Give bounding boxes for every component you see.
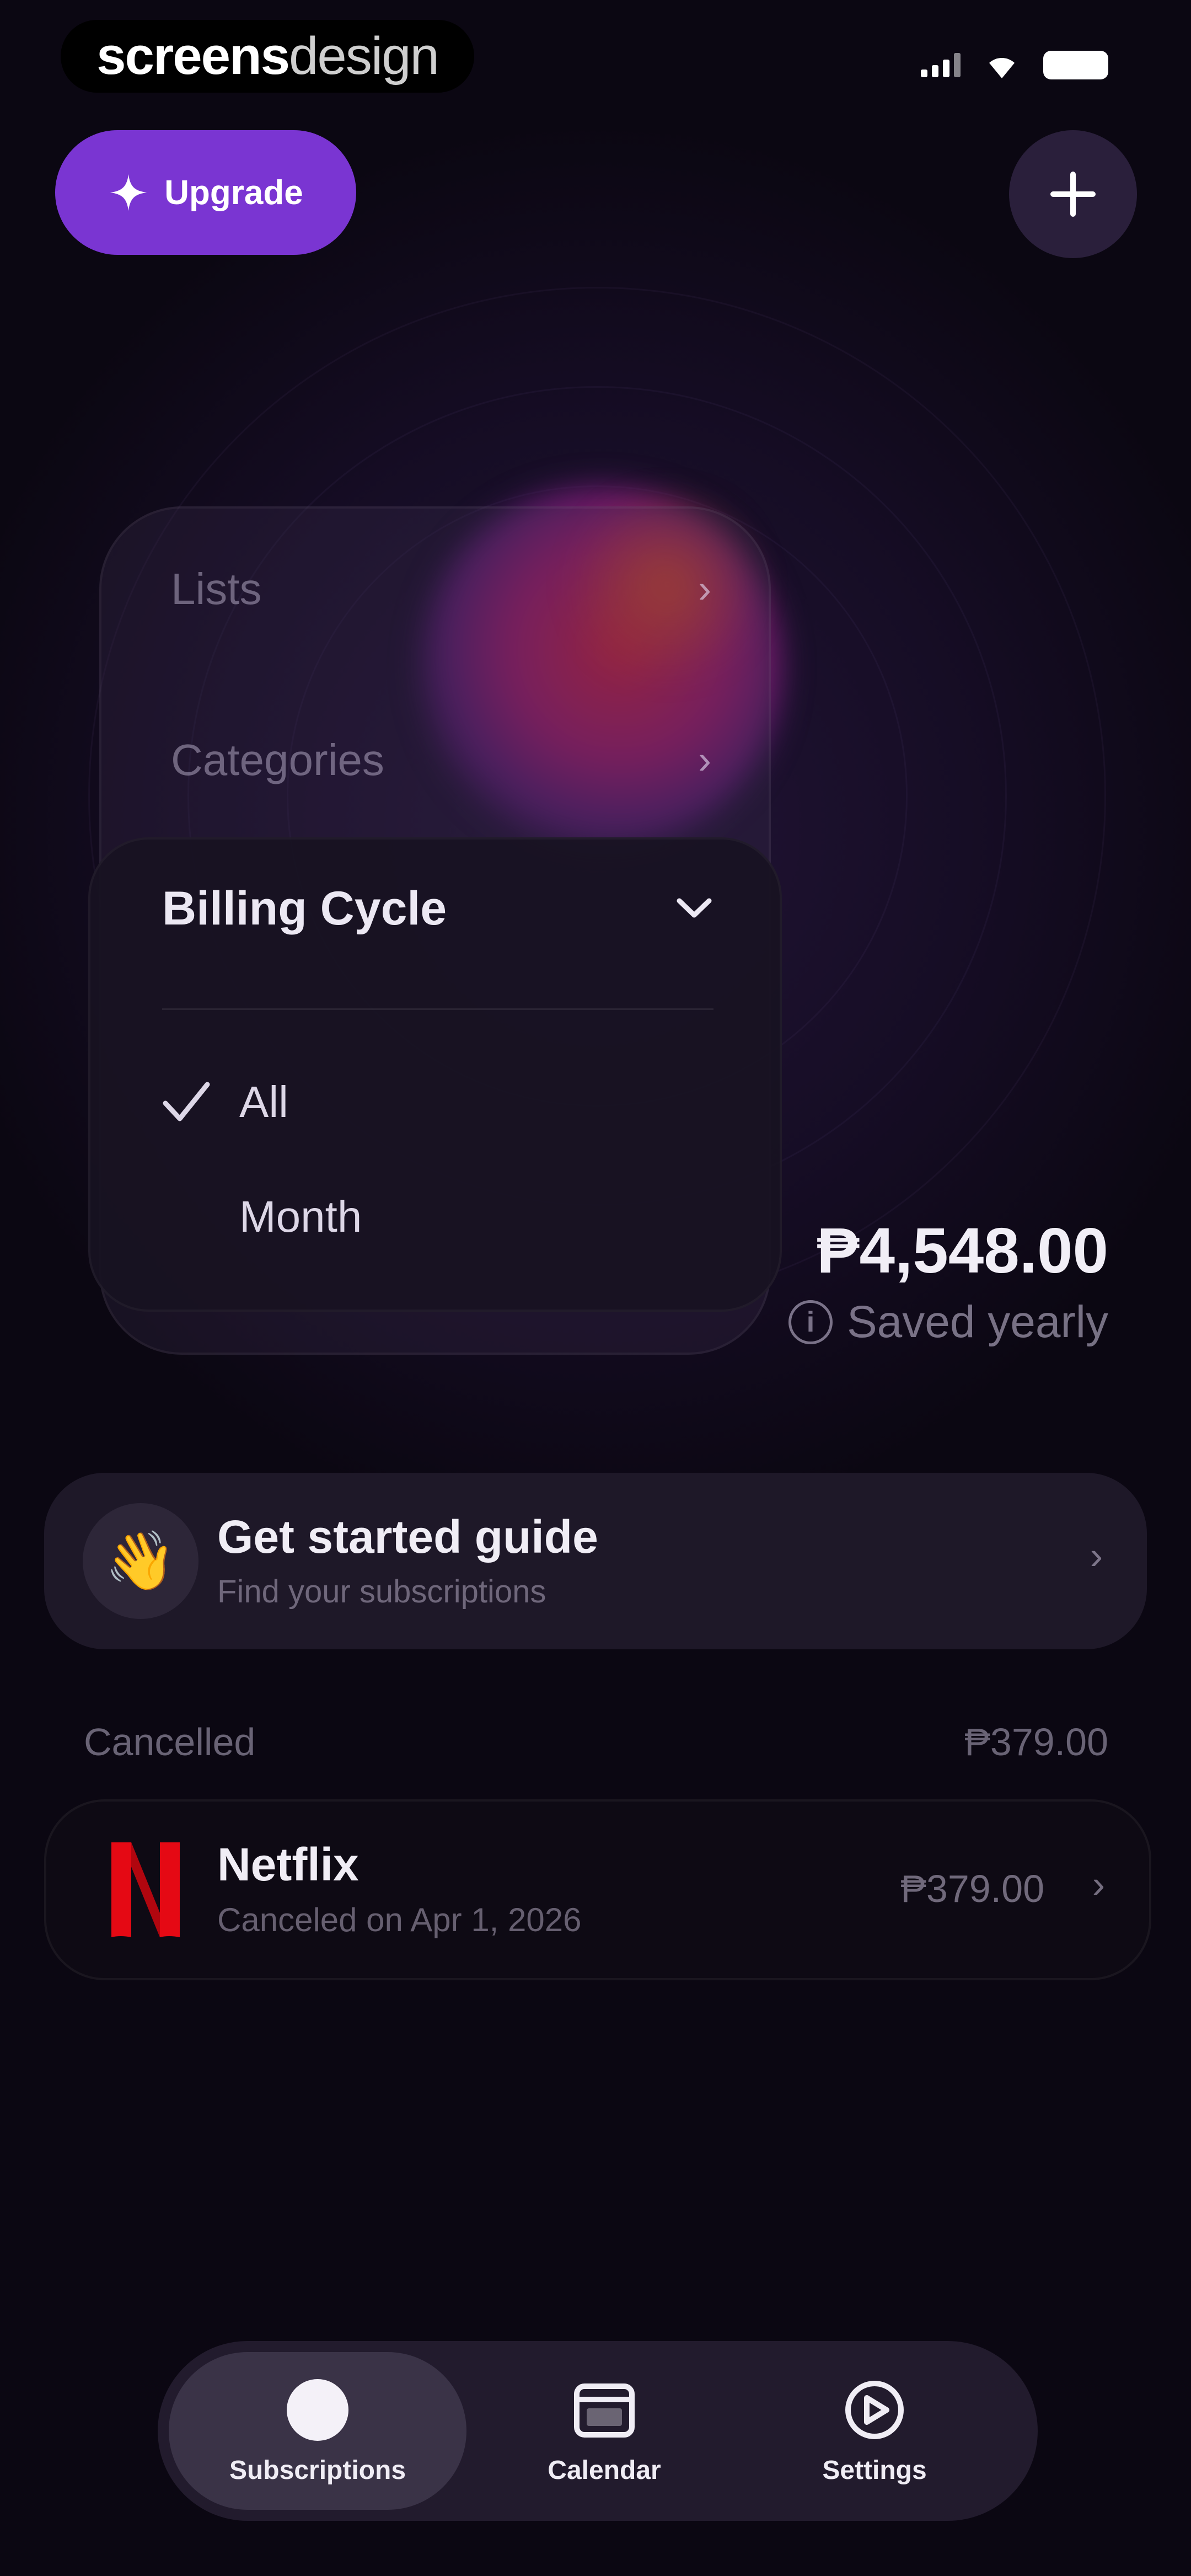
battery-icon [1043, 51, 1108, 79]
calendar-icon [571, 2377, 637, 2443]
guide-title: Get started guide [217, 1511, 598, 1563]
cancelled-section-label: Cancelled [84, 1720, 256, 1763]
upgrade-label: Upgrade [164, 173, 303, 212]
netflix-logo [111, 1842, 180, 1937]
status-icons [921, 51, 1108, 79]
cellular-signal-icon [921, 53, 961, 77]
checkmark-icon [162, 1081, 239, 1123]
chevron-right-icon: › [698, 738, 711, 782]
subscription-name: Netflix [217, 1839, 359, 1890]
billing-option-label: Month [239, 1192, 362, 1241]
wifi-icon [989, 58, 1015, 78]
divider [162, 1008, 713, 1010]
add-subscription-button[interactable] [1009, 130, 1137, 258]
menu-item-categories[interactable]: Categories › [171, 727, 711, 793]
brand-light-text: design [289, 26, 439, 85]
tab-calendar[interactable]: Calendar [478, 2352, 731, 2510]
tab-label: Subscriptions [229, 2455, 406, 2485]
tab-settings[interactable]: Settings [742, 2352, 1007, 2510]
plus-icon [1050, 172, 1096, 217]
chevron-down-icon [677, 898, 712, 918]
upgrade-button[interactable]: Upgrade [55, 130, 356, 255]
guide-subtitle: Find your subscriptions [217, 1574, 546, 1610]
cancelled-section-total: ₱379.00 [964, 1720, 1108, 1763]
settings-icon [841, 2377, 908, 2443]
subscription-row-netflix[interactable]: Netflix Canceled on Apr 1, 2026 ₱379.00 … [44, 1799, 1151, 1980]
app-screen: screens design Upgrade Lists › Categories… [0, 0, 1191, 2576]
subscription-price: ₱379.00 [900, 1867, 1044, 1910]
billing-cycle-submenu: Billing Cycle All Month [88, 837, 782, 1312]
bottom-tab-bar: Subscriptions Calendar Settings [158, 2341, 1038, 2521]
tab-label: Settings [822, 2455, 927, 2485]
tab-subscriptions[interactable]: Subscriptions [169, 2352, 466, 2510]
savings-info[interactable]: i Saved yearly [788, 1296, 1108, 1348]
billing-option-month[interactable]: Month [162, 1184, 362, 1250]
sparkle-icon [110, 174, 147, 211]
menu-item-label: Categories [171, 735, 384, 784]
menu-item-lists[interactable]: Lists › [171, 556, 711, 622]
brand-bold-text: screens [96, 26, 290, 85]
subscriptions-icon [285, 2377, 351, 2443]
billing-option-label: All [239, 1077, 288, 1126]
brand-watermark: screens design [61, 20, 474, 93]
chevron-right-icon: › [1090, 1534, 1103, 1577]
billing-cycle-header[interactable]: Billing Cycle [162, 873, 713, 944]
billing-option-all[interactable]: All [162, 1069, 288, 1135]
waving-hand-icon: 👋 [83, 1503, 198, 1619]
info-icon: i [788, 1300, 833, 1344]
get-started-guide-card[interactable]: 👋 Get started guide Find your subscripti… [44, 1473, 1147, 1649]
menu-item-label: Lists [171, 564, 262, 613]
subscription-cancel-date: Canceled on Apr 1, 2026 [217, 1901, 582, 1938]
tab-label: Calendar [548, 2455, 661, 2485]
billing-cycle-title: Billing Cycle [162, 881, 447, 935]
savings-label: Saved yearly [846, 1297, 1108, 1347]
savings-amount: ₱4,548.00 [817, 1215, 1108, 1286]
chevron-right-icon: › [1092, 1863, 1105, 1906]
chevron-right-icon: › [698, 567, 711, 611]
